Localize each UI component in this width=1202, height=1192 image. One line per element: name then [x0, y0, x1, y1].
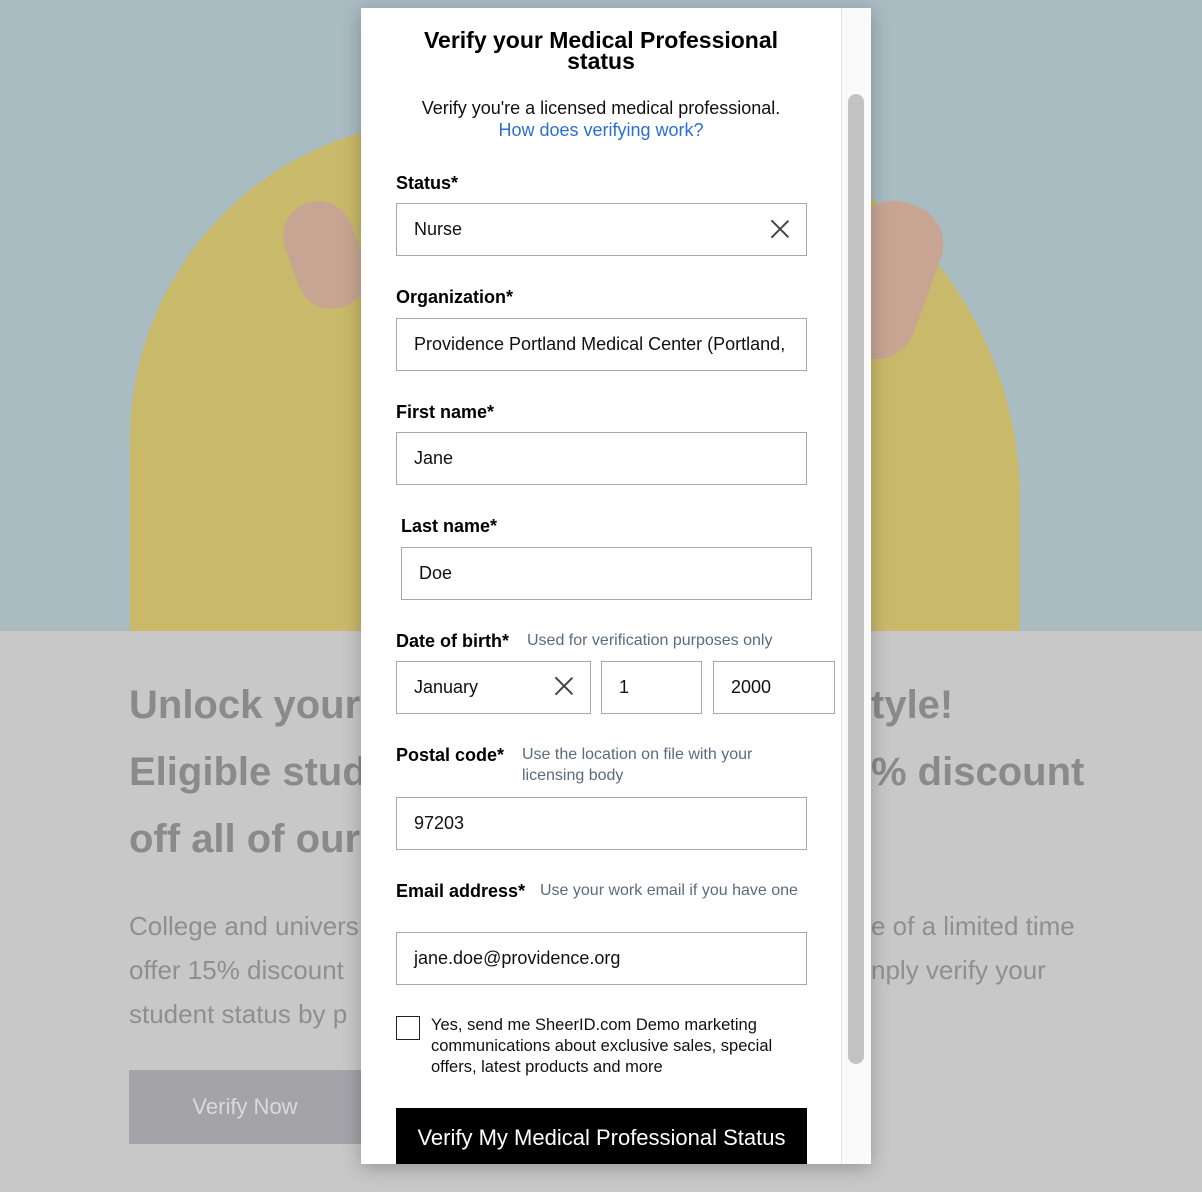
organization-value: Providence Portland Medical Center (Port…	[414, 334, 786, 354]
email-value: jane.doe@providence.org	[414, 948, 621, 968]
dob-month-value: January	[414, 677, 479, 697]
modal-title: Verify your Medical Professional status	[423, 27, 779, 74]
headline-line: Unlock your	[129, 683, 361, 727]
last-name-value: Doe	[419, 563, 453, 583]
clear-status-icon[interactable]	[770, 219, 790, 239]
dob-year-input[interactable]: 2000	[713, 661, 835, 714]
organization-input[interactable]: Providence Portland Medical Center (Port…	[396, 318, 807, 371]
background-left-clip: Unlock your Eligible stud off all of our…	[0, 631, 361, 1192]
status-value: Nurse	[414, 219, 463, 239]
email-hint: Use your work email if you have one	[540, 882, 798, 899]
verify-now-button[interactable]: Verify Now	[129, 1070, 361, 1144]
dob-hint: Used for verification purposes only	[527, 632, 773, 649]
background-body-left: College and univers offer 15% discount s…	[129, 904, 359, 1036]
body-line: e of a limited time	[871, 911, 1075, 941]
body-line: College and univers	[129, 911, 359, 941]
marketing-checkbox-label[interactable]: Yes, send me SheerID.com Demo marketing …	[431, 1015, 806, 1078]
first-name-value: Jane	[414, 448, 454, 468]
dob-day-value: 1	[619, 677, 630, 697]
email-input[interactable]: jane.doe@providence.org	[396, 932, 807, 985]
postal-code-value: 97203	[414, 813, 465, 833]
status-select[interactable]: Nurse	[396, 203, 807, 256]
modal-subtitle: Verify you're a licensed medical profess…	[421, 98, 781, 118]
background-headline-left: Unlock your Eligible stud off all of our	[129, 672, 361, 873]
first-name-label: First name*	[396, 402, 495, 422]
background-right-clip: tyle! % discount e of a limited time npl…	[871, 631, 1202, 1192]
dob-day-input[interactable]: 1	[601, 661, 702, 714]
headline-line: Eligible stud	[129, 750, 361, 794]
marketing-checkbox[interactable]	[396, 1016, 420, 1040]
headline-line: off all of our	[129, 817, 361, 861]
clear-month-icon[interactable]	[554, 676, 574, 696]
dob-label: Date of birth*	[396, 631, 510, 651]
verification-modal: Verify your Medical Professional status …	[361, 8, 871, 1164]
headline-line: tyle!	[871, 683, 954, 727]
modal-scrollbar-thumb[interactable]	[848, 94, 864, 1064]
postal-code-hint: Use the location on file with your licen…	[522, 746, 753, 784]
background-headline-right: tyle! % discount	[871, 672, 1084, 806]
postal-code-input[interactable]: 97203	[396, 797, 807, 850]
headline-line: % discount	[871, 750, 1085, 794]
email-label: Email address*	[396, 881, 526, 901]
body-line: student status by p	[129, 999, 348, 1029]
dob-year-value: 2000	[731, 677, 772, 697]
postal-code-label: Postal code*	[396, 745, 505, 765]
how-verifying-works-link[interactable]: How does verifying work?	[391, 119, 811, 141]
status-label: Status*	[396, 173, 459, 193]
body-line: offer 15% discount	[129, 955, 344, 985]
background-body-right: e of a limited time nply verify your	[871, 904, 1075, 992]
body-line: nply verify your	[871, 955, 1046, 985]
first-name-input[interactable]: Jane	[396, 432, 807, 485]
last-name-input[interactable]: Doe	[401, 547, 812, 600]
verify-submit-button[interactable]: Verify My Medical Professional Status	[396, 1108, 807, 1164]
last-name-label: Last name*	[401, 516, 498, 536]
organization-label: Organization*	[396, 287, 514, 307]
